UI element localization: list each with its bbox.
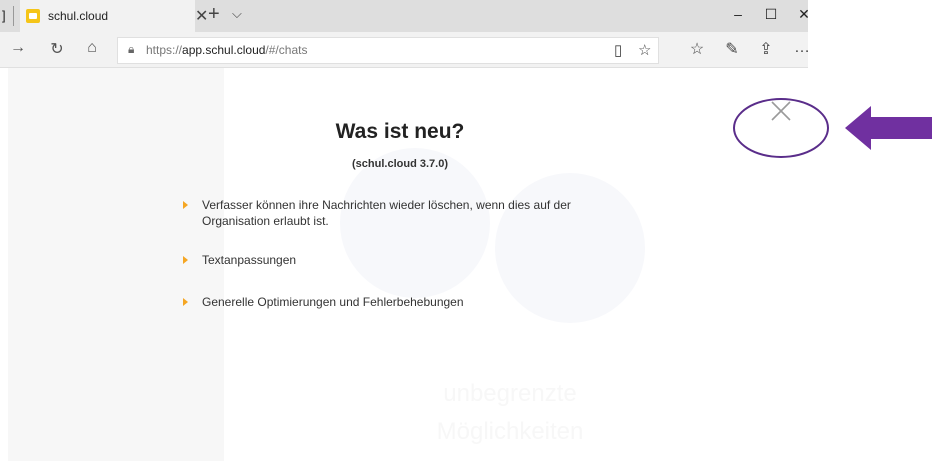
browser-tab[interactable]: schul.cloud ✕ (20, 0, 208, 32)
previous-tab-edge[interactable]: ] (0, 0, 16, 32)
tab-bar: ] schul.cloud ✕ + ⌵ – ☐ ✕ (0, 0, 808, 32)
navigation-bar: → ↻ ⌂ 🔒︎ https://app.schul.cloud/#/chats… (0, 32, 808, 68)
lock-icon: 🔒︎ (128, 42, 135, 56)
changelog-item-text: Generelle Optimierungen und Fehlerbehebu… (202, 295, 464, 309)
browser-window: ] schul.cloud ✕ + ⌵ – ☐ ✕ → ↻ ⌂ 🔒︎ https… (0, 0, 808, 461)
dialog-title: Was ist neu? (335, 120, 465, 143)
background-tagline-2: Möglichkeiten (436, 418, 584, 445)
bullet-icon (183, 298, 188, 306)
schul-cloud-favicon-icon (26, 9, 40, 23)
home-icon[interactable]: ⌂ (82, 39, 102, 57)
dialog-version: (schul.cloud 3.7.0) (352, 158, 448, 170)
changelog-item: Verfasser können ihre Nachrichten wieder… (183, 197, 613, 231)
refresh-icon[interactable]: ↻ (47, 39, 67, 59)
close-window-icon[interactable]: ✕ (794, 6, 808, 23)
favorite-star-icon[interactable]: ☆ (638, 41, 651, 59)
url-text: https://app.schul.cloud/#/chats (146, 43, 308, 57)
annotation-arrow-icon (845, 106, 932, 150)
changelog-item-text: Textanpassungen (202, 253, 297, 267)
maximize-icon[interactable]: ☐ (761, 6, 781, 23)
minimize-icon[interactable]: – (728, 6, 748, 22)
changelog-item: Generelle Optimierungen und Fehlerbehebu… (183, 294, 613, 312)
tab-close-icon[interactable]: ✕ (195, 6, 208, 26)
tab-title: schul.cloud (48, 9, 109, 23)
more-icon[interactable]: … (792, 39, 808, 57)
new-tab-icon[interactable]: + (208, 3, 220, 26)
address-bar[interactable]: 🔒︎ https://app.schul.cloud/#/chats ▯ ☆ (117, 37, 659, 64)
reading-view-icon[interactable]: ▯ (614, 41, 622, 59)
changelog-item: Textanpassungen (183, 252, 613, 270)
changelog-item-text: Verfasser können ihre Nachrichten wieder… (202, 198, 571, 228)
annotation-circle (733, 98, 829, 158)
background-tagline-1: unbegrenzte (443, 380, 577, 407)
bullet-icon (183, 201, 188, 209)
web-page: unbegrenzte Möglichkeiten Was ist neu? (… (0, 68, 808, 461)
bullet-icon (183, 256, 188, 264)
favorites-list-icon[interactable]: ☆ (687, 39, 707, 59)
pen-icon[interactable]: ✎ (722, 39, 742, 59)
chevron-down-icon[interactable]: ⌵ (232, 6, 242, 22)
forward-icon[interactable]: → (8, 39, 28, 57)
share-icon[interactable]: ⇪ (756, 39, 776, 59)
